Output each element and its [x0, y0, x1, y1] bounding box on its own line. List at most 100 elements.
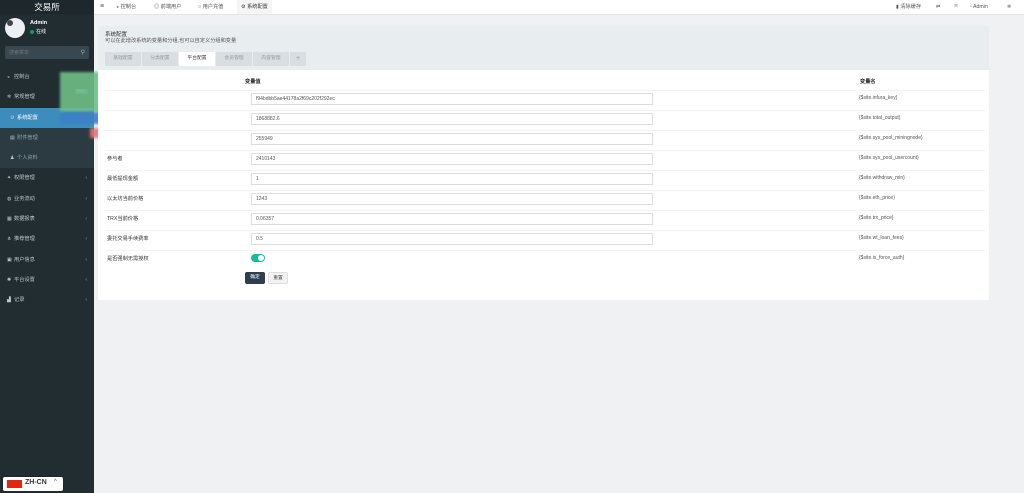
table-row: {$site.infura_key} [105, 90, 985, 111]
sidebar-item-users[interactable]: ▣ 用户信息 ‹ [0, 250, 94, 270]
table-row: {$site.total_output} [105, 110, 985, 131]
variable-name: {$site.sys_pool_usercount} [859, 155, 919, 161]
row-label: 最低提现金额 [107, 176, 139, 182]
online-dot-icon [30, 29, 34, 34]
variable-name: {$site.is_force_auth} [859, 255, 905, 261]
value-input[interactable] [251, 173, 653, 185]
chevron-up-icon: ^ [54, 479, 57, 485]
share-icon: ⋔ [7, 236, 12, 243]
user-circle-icon: ◎ [154, 4, 161, 10]
table-row: {$site.sys_pool_miningnode} [105, 130, 985, 151]
add-tab-button[interactable]: + [290, 52, 306, 66]
variable-name: {$site.wt_loan_fees} [859, 235, 904, 241]
search-icon[interactable]: ⚲ [81, 49, 85, 56]
avatar [5, 18, 25, 38]
variable-name: {$site.sys_pool_miningnode} [859, 135, 923, 141]
chevron-left-icon: ‹ [85, 297, 87, 304]
row-label: 以太坊当前价格 [107, 196, 144, 202]
submit-button[interactable]: 确定 [245, 272, 265, 284]
value-input[interactable] [251, 193, 653, 205]
sidebar-item-reports[interactable]: ▦ 数据报表 ‹ [0, 209, 94, 229]
chart-icon: ▟ [7, 297, 11, 304]
variable-name: {$site.withdraw_min} [859, 175, 905, 181]
variable-name: {$site.trx_price} [859, 215, 894, 221]
globe-icon: ◍ [7, 195, 12, 202]
value-input[interactable] [251, 153, 653, 165]
language-icon[interactable]: ⇄ [936, 0, 940, 14]
table-row: TRX当前价格 {$site.trx_price} [105, 210, 985, 231]
force-auth-toggle[interactable] [251, 254, 265, 262]
tab-user-recharge[interactable]: ○ 用户充值 [198, 0, 223, 14]
tab-system-config[interactable]: ⚙ 系统配置 [237, 0, 272, 14]
user-name: Admin [30, 20, 48, 26]
admin-menu[interactable]: ▫ Admin [970, 0, 988, 14]
cog-icon: ⚙ [10, 114, 15, 121]
sidebar-item-profile[interactable]: ♟ 个人资料 [0, 148, 94, 169]
search-input[interactable] [5, 46, 79, 59]
column-header-name: 变量名 [860, 79, 876, 85]
tab-platform-config[interactable]: 平台配置 [179, 52, 215, 66]
language-code: ZH-CN [25, 479, 47, 486]
settings-cogs-icon[interactable]: ✲ [1007, 0, 1011, 14]
value-input[interactable] [251, 113, 653, 125]
tab-category-config[interactable]: 分类配置 [142, 52, 178, 66]
value-input[interactable] [251, 213, 653, 225]
table-row: 委托交易手续费率 {$site.wt_loan_fees} [105, 230, 985, 251]
sidebar-item-attachment[interactable]: ▤ 附件管理 [0, 127, 94, 149]
top-navbar: ≡ ◒ 控制台 ◎ 前端用户 ○ 用户充值 ⚙ 系统配置 ▮ 清除缓存 ⇄ ⤧ … [94, 0, 1024, 15]
sidebar-item-platform[interactable]: ✺ 平台设置 ‹ [0, 270, 94, 290]
row-label: 是否强制无需授权 [107, 256, 149, 262]
group-icon: ✦ [7, 175, 12, 182]
user-icon: ♟ [10, 155, 15, 162]
tab-member-manage[interactable]: 会员管理 [216, 52, 252, 66]
row-label: 委托交易手续费率 [107, 236, 149, 242]
fullscreen-icon[interactable]: ⤧ [954, 0, 958, 14]
page-subtitle: 可以在此增改系统的变量和分组,也可以自定义分组和变量 [105, 38, 237, 44]
config-panel: 系统配置 可以在此增改系统的变量和分组,也可以自定义分组和变量 基础配置 分类配… [98, 26, 989, 300]
table-row: 最低提现金额 {$site.withdraw_min} [105, 170, 985, 191]
value-input[interactable] [251, 133, 653, 145]
sidebar-search: ⚲ [5, 46, 89, 59]
chevron-left-icon: ‹ [85, 256, 87, 263]
row-label: TRX当前价格 [107, 216, 139, 222]
sidebar-item-referral[interactable]: ⋔ 推荐管理 ‹ [0, 229, 94, 249]
table-row: 参与者 {$site.sys_pool_usercount} [105, 150, 985, 171]
file-icon: ▤ [10, 134, 15, 141]
id-card-icon: ▣ [7, 256, 12, 263]
chevron-left-icon: ‹ [85, 195, 87, 202]
sidebar-item-business[interactable]: ◍ 业务流动 ‹ [0, 189, 94, 209]
gear-icon: ✺ [7, 276, 12, 283]
table-row: 是否强制无需授权 {$site.is_force_auth} [105, 250, 985, 271]
variable-name: {$site.total_output} [859, 115, 901, 121]
tab-content-manage[interactable]: 内容管理 [253, 52, 289, 66]
chevron-left-icon: ‹ [85, 175, 87, 182]
reset-button[interactable]: 重置 [268, 272, 288, 284]
clear-cache-button[interactable]: ▮ 清除缓存 [896, 0, 921, 14]
variable-name: {$site.infura_key} [859, 95, 898, 101]
cogs-icon: ✲ [7, 94, 12, 101]
tab-basic-config[interactable]: 基础配置 [105, 52, 141, 66]
app-logo[interactable]: 交易所 [0, 0, 94, 14]
tab-dashboard[interactable]: ◒ 控制台 [116, 0, 136, 14]
value-input[interactable] [251, 233, 653, 245]
user-panel: Admin 在线 [0, 14, 94, 42]
column-header-value: 变量值 [245, 79, 261, 85]
dashboard-icon: ◒ [7, 74, 11, 80]
china-flag-icon [7, 480, 22, 488]
chevron-left-icon: ‹ [85, 216, 87, 223]
blurred-region [60, 72, 100, 112]
table-icon: ▦ [7, 216, 12, 223]
tab-frontend-users[interactable]: ◎ 前端用户 [154, 0, 181, 14]
language-switcher[interactable]: ZH-CN ^ [3, 477, 63, 491]
chevron-left-icon: ‹ [85, 236, 87, 243]
variable-name: {$site.eth_price} [859, 195, 895, 201]
user-status: 在线 [30, 28, 46, 35]
row-label: 参与者 [107, 156, 123, 162]
menu-toggle-icon[interactable]: ≡ [100, 0, 104, 14]
value-input[interactable] [251, 93, 653, 105]
sidebar-item-records[interactable]: ▟ 记录 ‹ [0, 290, 94, 310]
panel-header: 系统配置 可以在此增改系统的变量和分组,也可以自定义分组和变量 基础配置 分类配… [98, 26, 989, 70]
table-row: 以太坊当前价格 {$site.eth_price} [105, 190, 985, 211]
chevron-left-icon: ‹ [85, 276, 87, 283]
sidebar-item-auth[interactable]: ✦ 权限管理 ‹ [0, 168, 94, 188]
